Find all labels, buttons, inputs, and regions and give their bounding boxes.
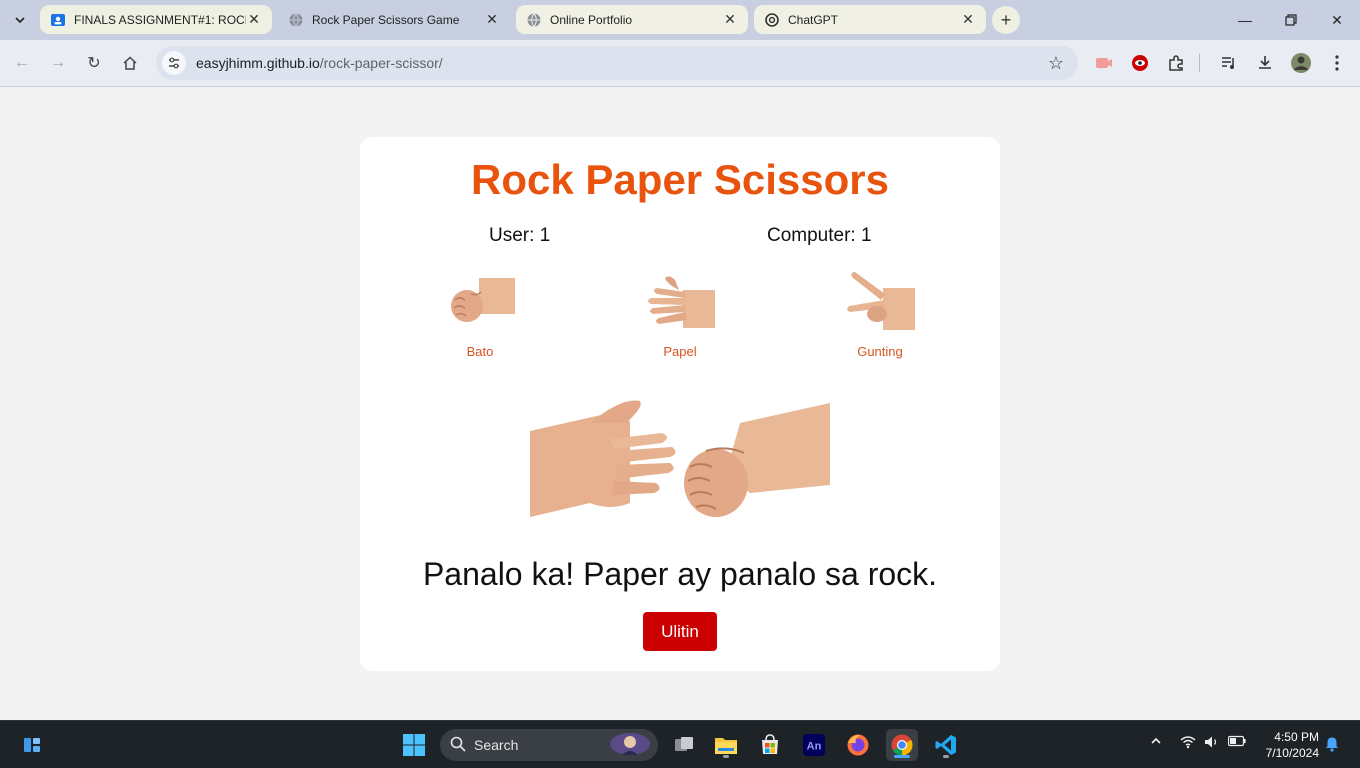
running-indicator [894, 755, 910, 758]
taskbar: Search An 4:50 PM 7/10/2024 [0, 720, 1360, 768]
minimize-button[interactable]: — [1222, 0, 1268, 40]
tab-title: ChatGPT [788, 12, 839, 27]
bookmark-star-icon[interactable]: ☆ [1048, 53, 1064, 74]
new-tab-button[interactable]: + [992, 6, 1020, 34]
battle-display [530, 400, 830, 517]
globe-icon [288, 12, 304, 28]
search-highlight-icon [608, 731, 652, 760]
screen-recorder-extension-icon[interactable] [1093, 52, 1115, 74]
forward-button[interactable]: → [45, 50, 71, 76]
globe-icon [526, 12, 542, 28]
close-tab-icon[interactable]: ✕ [960, 11, 976, 28]
chatgpt-icon [764, 12, 780, 28]
home-icon [123, 56, 137, 70]
tab-title: FINALS ASSIGNMENT#1: ROCK [74, 12, 246, 27]
back-button[interactable]: ← [9, 50, 35, 76]
firefox-icon[interactable] [842, 729, 874, 761]
site-settings-icon[interactable] [162, 51, 186, 75]
clock-time: 4:50 PM [1274, 730, 1319, 744]
tab-chatgpt[interactable]: ChatGPT ✕ [754, 5, 986, 34]
search-label: Search [474, 737, 519, 753]
tab-search-button[interactable] [8, 8, 32, 32]
toolbar-divider [1197, 52, 1201, 74]
clock-date: 7/10/2024 [1265, 746, 1319, 760]
url-host: easyjhimm.github.io [196, 55, 320, 71]
microsoft-store-icon[interactable] [754, 729, 786, 761]
minimize-icon: — [1238, 12, 1252, 28]
user-score: User: 1 [489, 225, 551, 246]
retry-button[interactable]: Ulitin [643, 612, 717, 651]
close-tab-icon[interactable]: ✕ [484, 11, 500, 28]
volume-icon[interactable] [1204, 735, 1220, 752]
notifications-bell-icon[interactable] [1324, 736, 1340, 755]
menu-kebab-icon[interactable] [1326, 52, 1348, 74]
taskbar-search[interactable]: Search [440, 729, 658, 761]
arrow-left-icon: ← [14, 54, 30, 71]
tab-title: Online Portfolio [550, 12, 633, 27]
chevron-up-icon [1151, 737, 1161, 744]
video-extension-icon[interactable] [1129, 52, 1151, 74]
vscode-icon[interactable] [930, 729, 962, 761]
choice-paper[interactable]: Papel [620, 270, 740, 359]
scissors-hand-icon [847, 272, 915, 330]
battery-icon[interactable] [1227, 735, 1246, 750]
arrow-right-icon: → [50, 54, 66, 71]
wifi-icon[interactable] [1180, 735, 1196, 752]
svg-text:An: An [807, 741, 822, 753]
home-button[interactable] [117, 50, 143, 76]
show-hidden-icons-button[interactable] [1150, 735, 1162, 750]
address-bar[interactable]: easyjhimm.github.io/rock-paper-scissor/ … [156, 46, 1078, 80]
chevron-down-icon [15, 17, 25, 24]
choice-label: Papel [663, 344, 697, 359]
user-paper-hand-icon [530, 400, 676, 517]
chrome-icon[interactable] [886, 729, 918, 761]
system-clock[interactable]: 4:50 PM 7/10/2024 [1255, 729, 1319, 761]
tab-online-portfolio[interactable]: Online Portfolio ✕ [516, 5, 748, 34]
restore-button[interactable] [1268, 0, 1314, 40]
file-explorer-icon[interactable] [710, 729, 742, 761]
computer-rock-hand-icon [684, 403, 830, 517]
plus-icon: + [1000, 9, 1012, 30]
close-icon: ✕ [1331, 11, 1343, 28]
paper-hand-icon [648, 276, 715, 328]
running-indicator [723, 755, 729, 758]
downloads-icon[interactable] [1254, 52, 1276, 74]
tab-bar: FINALS ASSIGNMENT#1: ROCK ✕ Rock Paper S… [0, 0, 1360, 40]
url-text: easyjhimm.github.io/rock-paper-scissor/ [196, 55, 443, 71]
choice-label: Gunting [857, 344, 903, 359]
browser-toolbar: ← → ↻ easyjhimm.github.io/rock-paper-sci… [0, 40, 1360, 87]
close-window-button[interactable]: ✕ [1314, 0, 1360, 40]
running-indicator [943, 755, 949, 758]
classroom-icon [50, 12, 66, 28]
restore-icon [1285, 14, 1297, 26]
media-controls-icon[interactable] [1218, 52, 1240, 74]
profile-avatar[interactable] [1290, 52, 1312, 74]
page-title: Rock Paper Scissors [471, 156, 889, 203]
computer-score: Computer: 1 [767, 225, 872, 246]
choice-scissors[interactable]: Gunting [820, 270, 940, 359]
tab-rps-game[interactable]: Rock Paper Scissors Game ✕ [278, 5, 510, 34]
search-icon [450, 736, 466, 755]
task-view-icon[interactable] [668, 729, 700, 761]
choice-rock[interactable]: Bato [420, 270, 540, 359]
close-tab-icon[interactable]: ✕ [246, 11, 262, 28]
windows-logo-icon [403, 734, 425, 756]
tab-title: Rock Paper Scissors Game [312, 12, 460, 27]
start-button[interactable] [398, 729, 430, 761]
extensions-puzzle-icon[interactable] [1165, 52, 1187, 74]
choice-label: Bato [466, 344, 494, 359]
reload-button[interactable]: ↻ [81, 50, 107, 76]
reload-icon: ↻ [87, 55, 101, 72]
close-tab-icon[interactable]: ✕ [722, 11, 738, 28]
widgets-icon[interactable] [16, 729, 48, 761]
tab-finals-assignment[interactable]: FINALS ASSIGNMENT#1: ROCK ✕ [40, 5, 272, 34]
rock-hand-icon [451, 278, 515, 322]
result-message: Panalo ka! Paper ay panalo sa rock. [422, 556, 938, 592]
url-path: /rock-paper-scissor/ [319, 55, 443, 71]
animate-app-icon[interactable]: An [798, 729, 830, 761]
